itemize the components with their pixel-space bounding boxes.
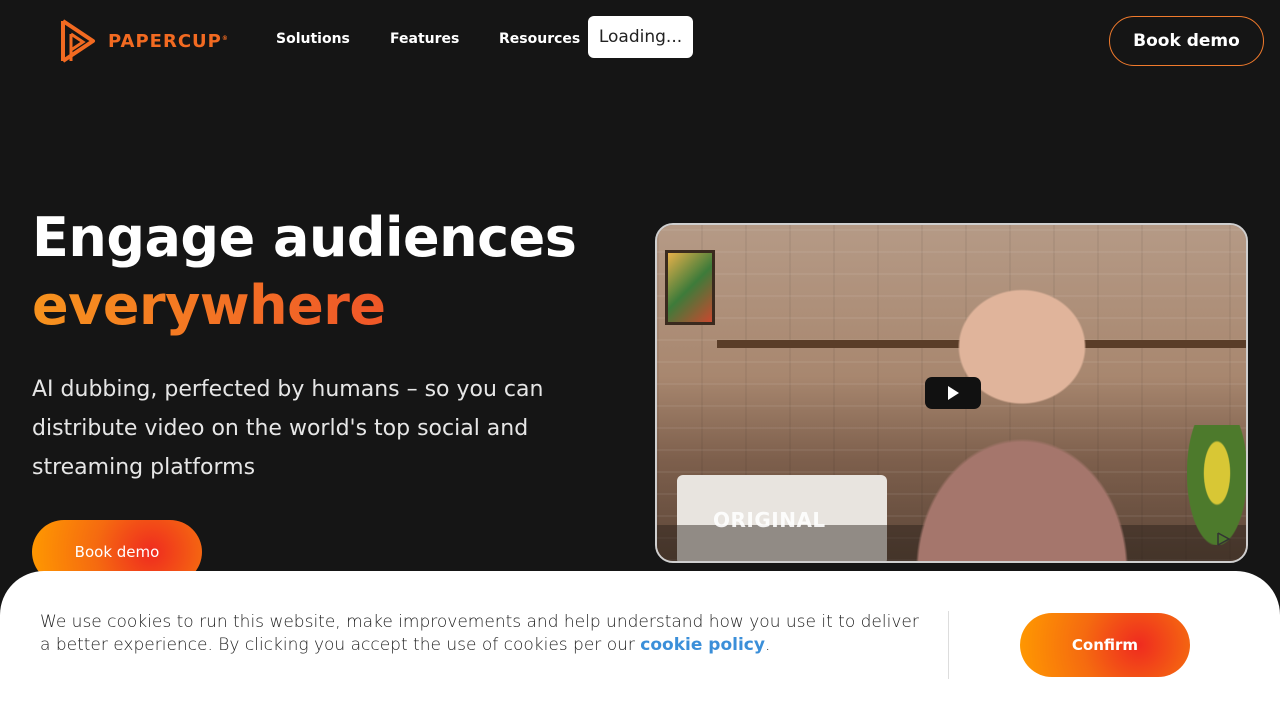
hero-title-accent: everywhere <box>32 272 576 340</box>
video-plant <box>1187 425 1246 545</box>
top-nav: PAPERCUP® Solutions Features Resources L… <box>0 0 1280 80</box>
nav-link-resources[interactable]: Resources <box>499 31 580 47</box>
logo-text: PAPERCUP® <box>108 30 229 52</box>
video-original-label: ORIGINAL <box>713 508 826 532</box>
nav-book-demo-button[interactable]: Book demo <box>1109 16 1264 66</box>
video-painting <box>665 250 715 325</box>
nav-link-solutions[interactable]: Solutions <box>276 31 350 47</box>
cookie-divider <box>948 611 949 679</box>
cookie-banner: We use cookies to run this website, make… <box>0 571 1280 720</box>
play-icon <box>948 386 959 400</box>
play-button[interactable] <box>925 377 981 409</box>
cookie-confirm-button[interactable]: Confirm <box>1020 613 1190 677</box>
hero-subtitle: AI dubbing, perfected by humans – so you… <box>32 377 544 480</box>
hero-title-line1: Engage audiences <box>32 206 577 269</box>
papercup-watermark-icon <box>1217 532 1231 546</box>
papercup-logo[interactable]: PAPERCUP® <box>60 18 229 64</box>
hero-title: Engage audiences everywhere <box>32 204 577 340</box>
cookie-policy-link[interactable]: cookie policy <box>640 635 765 655</box>
loading-indicator: Loading... <box>588 16 693 58</box>
papercup-logo-icon <box>61 19 95 63</box>
nav-link-features[interactable]: Features <box>390 31 459 47</box>
video-presenter <box>907 260 1137 561</box>
video-player[interactable]: ORIGINAL <box>655 223 1248 563</box>
cookie-message: We use cookies to run this website, make… <box>40 612 919 655</box>
